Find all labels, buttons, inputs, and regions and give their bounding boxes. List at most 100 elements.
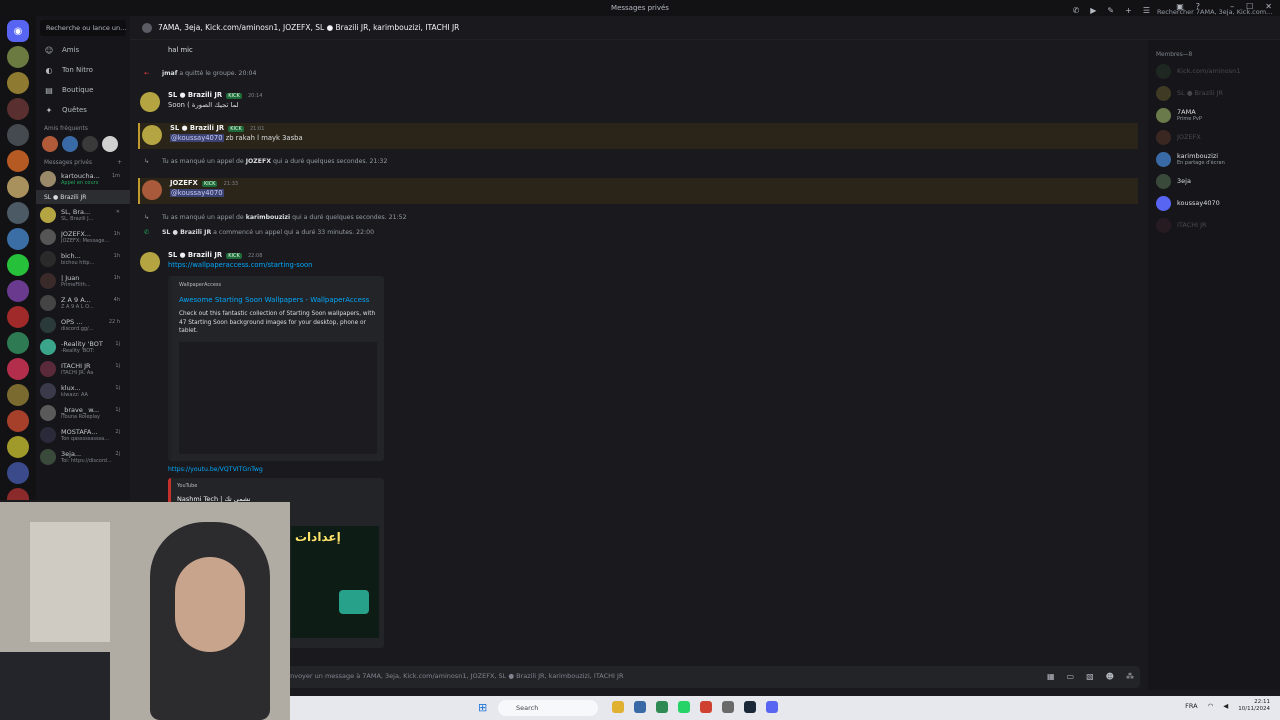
embed-image[interactable] [179, 342, 377, 454]
server-icon[interactable] [7, 488, 29, 500]
server-icon[interactable] [7, 384, 29, 406]
dm-item-active[interactable]: SL, Bra... SL, Brazili J... ✕ [36, 204, 130, 226]
member-item[interactable]: 7AMA Prime PvP [1148, 104, 1280, 126]
member-item[interactable]: ITACHI JR [1148, 214, 1280, 236]
member-item[interactable]: SL ● Brazili JR [1148, 82, 1280, 104]
taskbar-search[interactable]: Search [498, 700, 598, 716]
sys-actor[interactable]: karimbouzizi [246, 214, 290, 221]
close-dm-icon[interactable]: ✕ [116, 209, 120, 215]
member-item[interactable]: koussay4070 [1148, 192, 1280, 214]
server-icon[interactable] [7, 72, 29, 94]
kick-badge: KICK [228, 126, 244, 132]
server-icon[interactable] [7, 436, 29, 458]
volume-icon[interactable]: ◀ [1223, 702, 1228, 710]
dm-item[interactable]: -Reality 'BOT -Reality 'BOT: 1j [36, 336, 130, 358]
sys-actor[interactable]: JOZEFX [246, 158, 271, 165]
dm-item[interactable]: MOSTAFA... Ton qasssssasssa... 2j [36, 424, 130, 446]
server-icon[interactable] [7, 462, 29, 484]
dm-item[interactable]: Z A 9 A... Z A 9 A L O... 4h [36, 292, 130, 314]
server-icon[interactable] [7, 410, 29, 432]
member-item[interactable]: Kick.com/aminosn1 [1148, 60, 1280, 82]
member-item[interactable]: 3eja [1148, 170, 1280, 192]
chat-title[interactable]: 7AMA, 3eja, Kick.com/aminosn1, JOZEFX, S… [158, 23, 459, 32]
emoji-icon[interactable]: ☻ [1106, 672, 1114, 681]
dm-item[interactable]: 3eja... Toi: https://discord... 2j [36, 446, 130, 468]
server-icon[interactable] [7, 124, 29, 146]
clock[interactable]: 22:11 10/11/2024 [1238, 699, 1270, 713]
chat-search-input[interactable]: Rechercher 7AMA, 3eja, Kick.com... [1152, 5, 1272, 19]
avatar[interactable] [42, 136, 58, 152]
nav-nitro[interactable]: ◐ Ton Nitro [36, 60, 130, 80]
author-name[interactable]: SL ● Brazili JR [168, 251, 222, 259]
embed-title[interactable]: Awesome Starting Soon Wallpapers - Wallp… [179, 296, 376, 304]
server-icon[interactable] [7, 358, 29, 380]
add-dm-icon[interactable]: + [117, 160, 122, 166]
user-mention[interactable]: @koussay4070 [170, 134, 224, 142]
member-item[interactable]: JOZEFX [1148, 126, 1280, 148]
avatar[interactable] [140, 252, 160, 272]
kick-server-icon[interactable] [7, 254, 29, 276]
avatar[interactable] [140, 92, 160, 112]
chrome-icon[interactable] [700, 701, 712, 713]
dm-item[interactable]: bich... bichou http... 1h [36, 248, 130, 270]
dm-item[interactable]: OPS ... discord.gg/... 22 h [36, 314, 130, 336]
server-icon[interactable] [7, 202, 29, 224]
member-list-icon[interactable]: ☰ [1143, 6, 1150, 15]
sys-actor[interactable]: jmaf [162, 70, 177, 77]
author-name[interactable]: JOZEFX [170, 179, 198, 187]
steam-icon[interactable] [744, 701, 756, 713]
add-friends-icon[interactable]: + [1125, 6, 1132, 15]
server-icon[interactable] [7, 228, 29, 250]
apps-icon[interactable]: ⁂ [1126, 672, 1134, 681]
dm-item[interactable]: ITACHI JR ITACHI JR: Aa 1j [36, 358, 130, 380]
discord-home-icon[interactable]: ◉ [7, 20, 29, 42]
gif-icon[interactable]: ▭ [1067, 672, 1075, 681]
nav-shop[interactable]: ▤ Boutique [36, 80, 130, 100]
avatar[interactable] [102, 136, 118, 152]
sticker-icon[interactable]: ▧ [1086, 672, 1094, 681]
app-icon[interactable] [656, 701, 668, 713]
dm-item-pinned[interactable]: SL ● Brazili JR [36, 190, 130, 204]
avatar[interactable] [142, 125, 162, 145]
dm-item[interactable]: kartoucha... Appel en cours 1m [36, 168, 130, 190]
member-item[interactable]: karimbouzizi En partage d'écran [1148, 148, 1280, 170]
dm-item[interactable]: JOZEFX... JOZEFX: Message... 1h [36, 226, 130, 248]
author-name[interactable]: SL ● Brazili JR [168, 91, 222, 99]
windows-start-icon[interactable]: ⊞ [478, 701, 487, 714]
server-icon[interactable] [7, 150, 29, 172]
avatar[interactable] [62, 136, 78, 152]
server-icon[interactable] [7, 98, 29, 120]
dm-item[interactable]: _brave_ w... iTouna Roleplay 1j [36, 402, 130, 424]
whatsapp-icon[interactable] [678, 701, 690, 713]
discord-taskbar-icon[interactable] [766, 701, 778, 713]
author-name[interactable]: SL ● Brazili JR [170, 124, 224, 132]
server-icon[interactable] [7, 280, 29, 302]
kick-badge: KICK [226, 253, 242, 259]
video-thumbnail[interactable]: إعدادات [291, 526, 379, 638]
server-icon[interactable] [7, 306, 29, 328]
nav-friends[interactable]: ☺ Amis [36, 40, 130, 60]
youtube-link[interactable]: https://youtu.be/VQTVITGnTwg [168, 466, 263, 473]
pinned-messages-icon[interactable]: ✎ [1107, 6, 1114, 15]
dm-search-input[interactable]: Recherche ou lance un... [40, 20, 126, 36]
avatar [1156, 151, 1171, 167]
app-icon[interactable] [634, 701, 646, 713]
avatar[interactable] [82, 136, 98, 152]
sys-actor[interactable]: SL ● Brazili JR [162, 229, 211, 236]
lang-indicator[interactable]: FRA [1185, 702, 1197, 710]
voice-call-icon[interactable]: ✆ [1073, 6, 1080, 15]
avatar[interactable] [142, 180, 162, 200]
file-explorer-icon[interactable] [612, 701, 624, 713]
wifi-icon[interactable]: ◠ [1208, 702, 1214, 710]
settings-icon[interactable] [722, 701, 734, 713]
dm-item[interactable]: klux... klwazz: AA 1j [36, 380, 130, 402]
dm-item[interactable]: | Juan PrimeFilth... 1h [36, 270, 130, 292]
message-link[interactable]: https://wallpaperaccess.com/starting-soo… [168, 261, 312, 269]
server-icon[interactable] [7, 46, 29, 68]
gift-icon[interactable]: ▦ [1047, 672, 1055, 681]
server-icon[interactable] [7, 332, 29, 354]
video-call-icon[interactable]: ▶ [1090, 6, 1096, 15]
server-icon[interactable] [7, 176, 29, 198]
nav-quests[interactable]: ✦ Quêtes [36, 100, 130, 120]
user-mention[interactable]: @koussay4070 [170, 189, 224, 197]
